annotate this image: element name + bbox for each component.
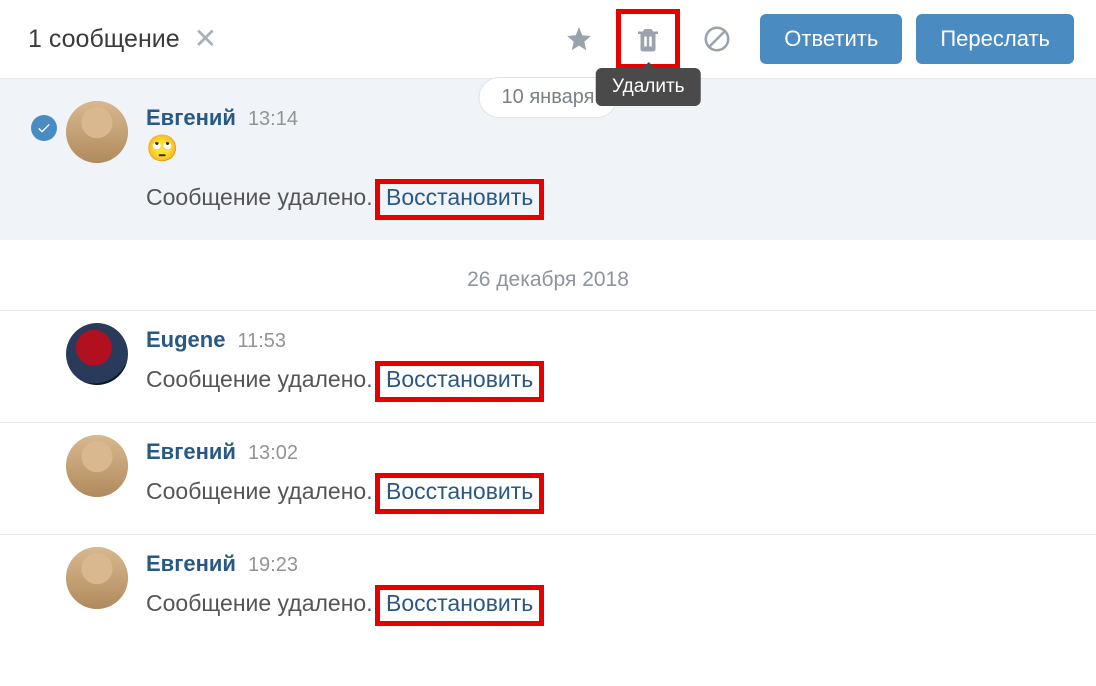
restore-link[interactable]: Восстановить [386,366,533,392]
restore-highlight: Восстановить [375,179,544,220]
forward-button[interactable]: Переслать [916,14,1074,64]
sender-name[interactable]: Eugene [146,327,225,353]
message-time: 19:23 [248,554,298,577]
selection-toolbar: 1 сообщение ✕ Удалить Ответить Переслать [0,0,1096,78]
selection-count: 1 сообщение [28,25,180,54]
message-time: 13:14 [248,108,298,131]
message-row[interactable]: Евгений 13:02 Сообщение удалено. Восстан… [0,422,1096,534]
restore-link[interactable]: Восстановить [386,184,533,210]
restore-link[interactable]: Восстановить [386,590,533,616]
restore-highlight: Восстановить [375,473,544,514]
message-row[interactable]: Eugene 11:53 Сообщение удалено. Восстано… [0,310,1096,422]
sender-name[interactable]: Евгений [146,551,236,577]
check-icon[interactable] [31,115,57,141]
star-icon[interactable] [558,18,600,60]
deleted-text: Сообщение удалено. [146,366,373,392]
avatar[interactable] [66,323,128,385]
deleted-text: Сообщение удалено. [146,478,373,504]
message-time: 13:02 [248,442,298,465]
block-icon[interactable] [696,18,738,60]
avatar[interactable] [66,435,128,497]
deleted-text: Сообщение удалено. [146,184,373,210]
message-row[interactable]: Евгений 19:23 Сообщение удалено. Восстан… [0,534,1096,646]
trash-icon[interactable] [627,18,669,60]
delete-tooltip: Удалить [596,68,701,106]
sender-name[interactable]: Евгений [146,439,236,465]
message-emoji: 🙄 [146,135,1074,161]
reply-button[interactable]: Ответить [760,14,902,64]
message-row[interactable]: 10 января Евгений 13:14 🙄 Сообщение удал… [0,78,1096,240]
sender-name[interactable]: Евгений [146,105,236,131]
restore-highlight: Восстановить [375,585,544,626]
delete-button-highlight: Удалить [616,9,680,69]
restore-highlight: Восстановить [375,361,544,402]
restore-link[interactable]: Восстановить [386,478,533,504]
message-list: 10 января Евгений 13:14 🙄 Сообщение удал… [0,78,1096,646]
message-time: 11:53 [237,330,286,353]
clear-selection-button[interactable]: ✕ [194,25,217,53]
avatar[interactable] [66,547,128,609]
avatar[interactable] [66,101,128,163]
date-separator: 26 декабря 2018 [0,240,1096,310]
deleted-text: Сообщение удалено. [146,590,373,616]
